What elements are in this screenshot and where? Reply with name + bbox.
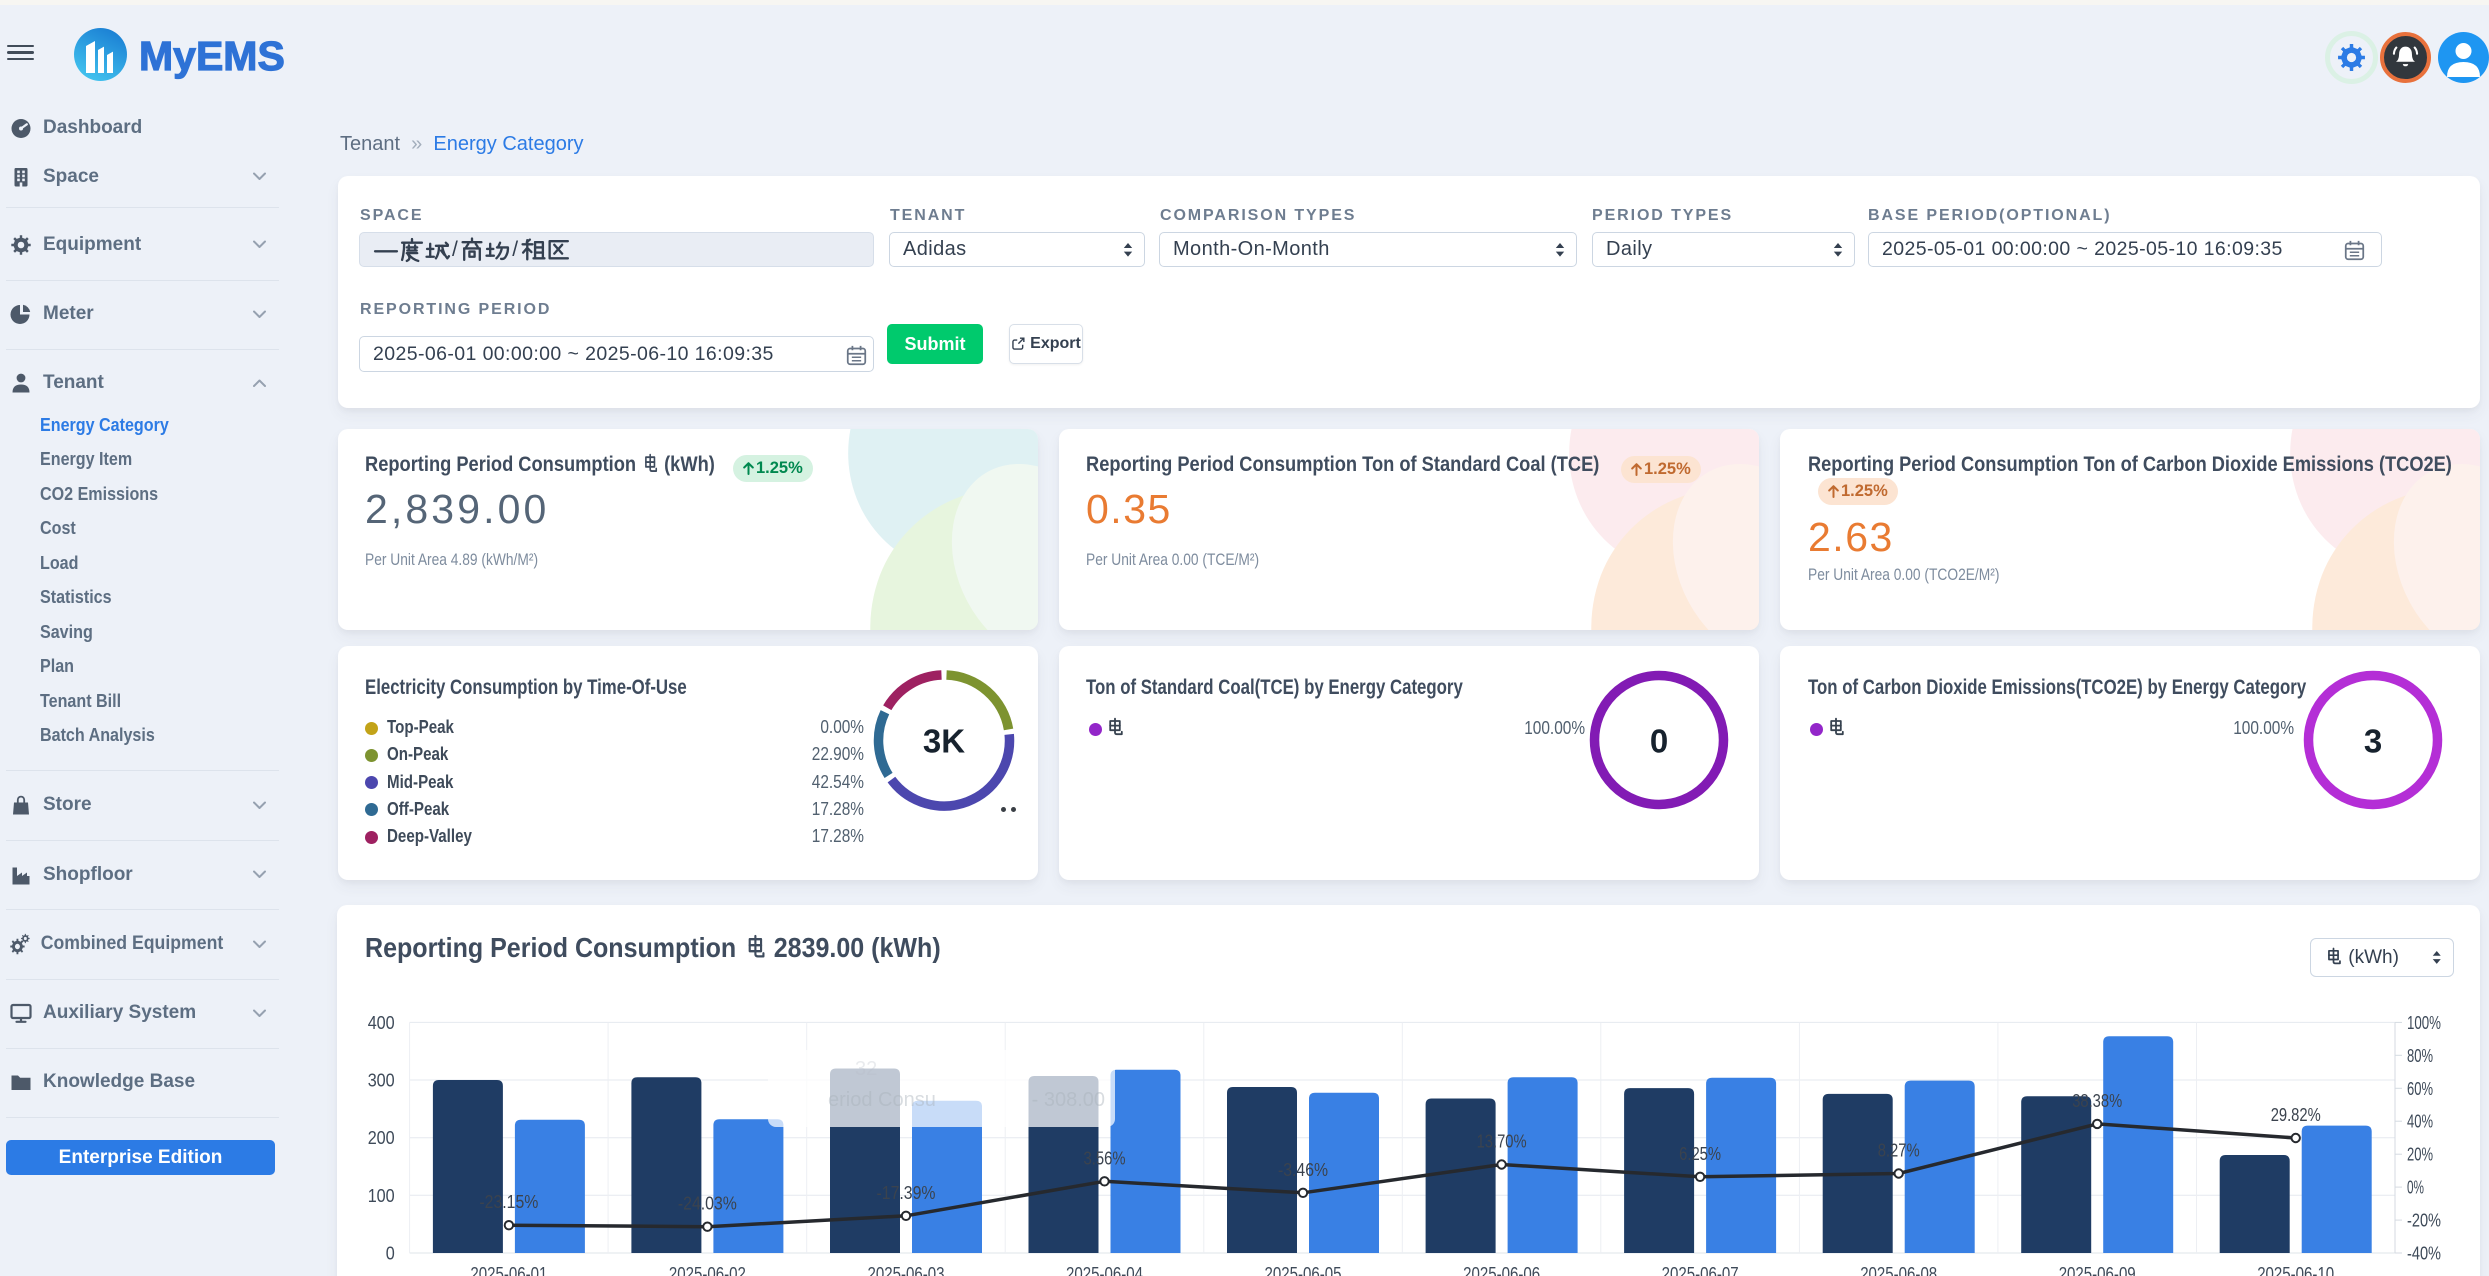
svg-text:2025-06-09: 2025-06-09 — [2059, 1263, 2136, 1276]
svg-text:-20%: -20% — [2407, 1210, 2441, 1231]
svg-text:13.70%: 13.70% — [1477, 1131, 1527, 1152]
svg-text:0: 0 — [386, 1243, 395, 1264]
svg-text:29.82%: 29.82% — [2271, 1104, 2321, 1125]
svg-text:8.27%: 8.27% — [1878, 1140, 1920, 1161]
svg-text:2025-06-02: 2025-06-02 — [669, 1263, 746, 1276]
svg-text:2025-06-10: 2025-06-10 — [2257, 1263, 2334, 1276]
svg-text:20%: 20% — [2407, 1144, 2433, 1165]
svg-text:40%: 40% — [2407, 1111, 2433, 1132]
svg-text:400: 400 — [368, 1012, 395, 1033]
svg-text:-17.39%: -17.39% — [877, 1182, 936, 1203]
svg-text:0%: 0% — [2407, 1177, 2424, 1198]
svg-text:80%: 80% — [2407, 1045, 2433, 1066]
svg-text:38.38%: 38.38% — [2072, 1090, 2122, 1111]
svg-text:-23.15%: -23.15% — [479, 1191, 538, 1212]
svg-text:2025-06-01: 2025-06-01 — [470, 1263, 547, 1276]
svg-text:32: 32 — [855, 1058, 877, 1080]
svg-text:- 308.00: - 308.00 — [1032, 1089, 1105, 1111]
svg-text:2025-06-05: 2025-06-05 — [1265, 1263, 1342, 1276]
svg-text:6.25%: 6.25% — [1679, 1143, 1721, 1164]
svg-text:3K: 3K — [923, 723, 965, 760]
svg-text:3: 3 — [2364, 723, 2382, 760]
svg-text:60%: 60% — [2407, 1078, 2433, 1099]
svg-text:-3.46%: -3.46% — [1278, 1159, 1328, 1180]
svg-text:-40%: -40% — [2407, 1243, 2441, 1264]
svg-text:-24.03%: -24.03% — [678, 1193, 737, 1214]
svg-text:0: 0 — [1650, 723, 1668, 760]
svg-text:2025-06-06: 2025-06-06 — [1463, 1263, 1540, 1276]
svg-text:200: 200 — [368, 1127, 395, 1148]
svg-text:2025-06-04: 2025-06-04 — [1066, 1263, 1143, 1276]
svg-text:eriod Consu: eriod Consu — [828, 1089, 936, 1111]
svg-text:2025-06-03: 2025-06-03 — [868, 1263, 945, 1276]
svg-text:2025-06-08: 2025-06-08 — [1860, 1263, 1937, 1276]
svg-text:300: 300 — [368, 1070, 395, 1091]
svg-text:2025-06-07: 2025-06-07 — [1662, 1263, 1739, 1276]
svg-text:100%: 100% — [2407, 1012, 2441, 1033]
svg-text:3.56%: 3.56% — [1084, 1147, 1126, 1168]
svg-text:100: 100 — [368, 1185, 395, 1206]
